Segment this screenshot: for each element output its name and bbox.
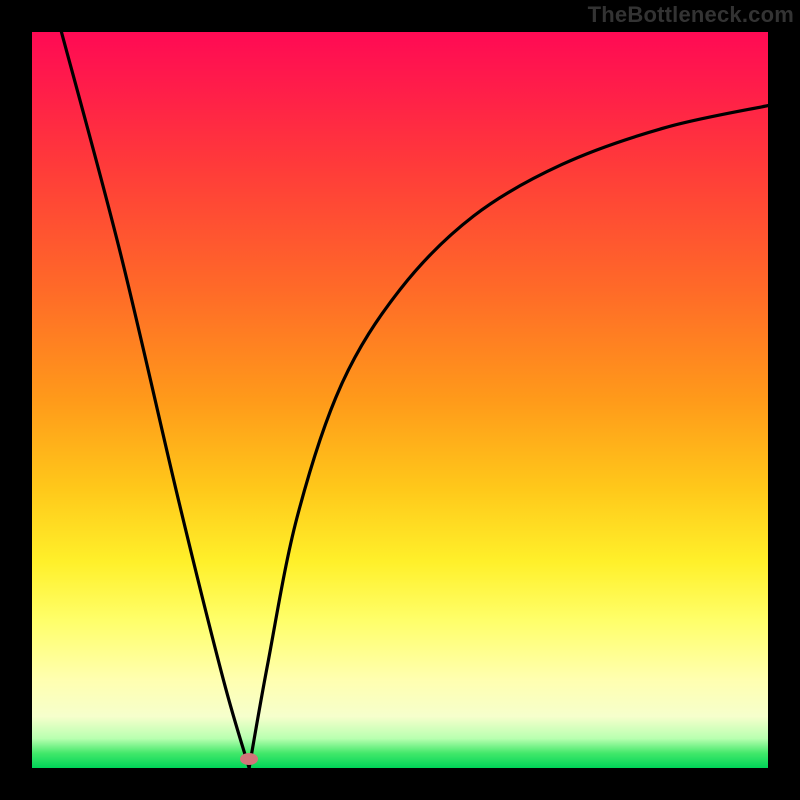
curve-left-branch: [61, 32, 249, 768]
curve-svg: [32, 32, 768, 768]
watermark-text: TheBottleneck.com: [588, 2, 794, 28]
chart-frame: TheBottleneck.com: [0, 0, 800, 800]
plot-area: [32, 32, 768, 768]
curve-right-branch: [249, 106, 768, 768]
trough-marker-dot: [240, 753, 258, 765]
